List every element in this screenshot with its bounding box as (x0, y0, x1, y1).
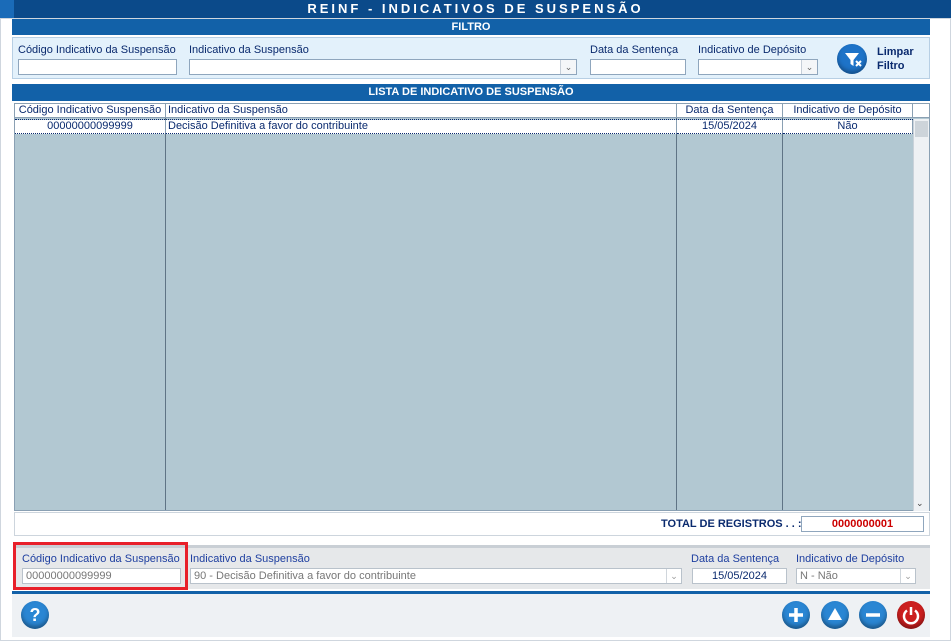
detail-deposito-label: Indicativo de Depósito (796, 553, 905, 565)
vertical-scrollbar[interactable]: ⌄ (913, 119, 929, 511)
totals-bar: TOTAL DE REGISTROS . . : 0000000001 (14, 512, 930, 536)
records-grid[interactable]: Código Indicativo Suspensão Indicativo d… (14, 103, 930, 511)
column-header-deposito[interactable]: Indicativo de Depósito (783, 104, 913, 118)
table-row[interactable]: 00000000099999 Decisão Definitiva a favo… (15, 119, 913, 134)
minus-icon[interactable] (859, 601, 887, 629)
column-divider (165, 118, 166, 510)
filter-deposito-label: Indicativo de Depósito (698, 44, 807, 56)
filter-codigo-input[interactable] (18, 59, 177, 75)
column-divider (782, 118, 783, 510)
title-accent (0, 0, 14, 18)
detail-indicativo-select[interactable]: 90 - Decisão Definitiva a favor do contr… (190, 568, 682, 584)
funnel-clear-icon[interactable] (837, 44, 867, 74)
question-icon[interactable]: ? (21, 601, 49, 629)
chevron-down-icon[interactable]: ⌄ (560, 60, 576, 74)
svg-text:?: ? (30, 605, 41, 625)
highlight-box (13, 542, 188, 590)
detail-data-field[interactable]: 15/05/2024 (692, 568, 787, 584)
column-divider (676, 118, 677, 510)
clear-filter-label-1[interactable]: Limpar (877, 46, 914, 58)
filter-deposito-select[interactable]: ⌄ (698, 59, 818, 75)
filter-panel: Código Indicativo da Suspensão Indicativ… (12, 37, 930, 79)
chevron-down-icon: ⌄ (900, 569, 915, 583)
column-header-data[interactable]: Data da Sentença (677, 104, 783, 118)
detail-data-label: Data da Sentença (691, 553, 780, 565)
cell-deposito: Não (783, 120, 913, 134)
power-icon[interactable] (897, 601, 925, 629)
total-value: 0000000001 (801, 516, 924, 532)
total-label: TOTAL DE REGISTROS . . : (661, 518, 802, 530)
chevron-down-icon: ⌄ (666, 569, 681, 583)
list-section-title: LISTA DE INDICATIVO DE SUSPENSÃO (12, 84, 930, 101)
window-title: REINF - INDICATIVOS DE SUSPENSÃO (0, 0, 951, 18)
up-arrow-icon[interactable] (821, 601, 849, 629)
header-filler (913, 104, 929, 118)
chevron-down-icon[interactable]: ⌄ (801, 60, 817, 74)
scroll-thumb[interactable] (915, 121, 928, 137)
detail-indicativo-label: Indicativo da Suspensão (190, 553, 310, 565)
chevron-down-icon[interactable]: ⌄ (916, 498, 924, 509)
cell-indicativo: Decisão Definitiva a favor do contribuin… (166, 120, 677, 134)
filter-section-title: FILTRO (12, 19, 930, 35)
filter-data-label: Data da Sentença (590, 44, 679, 56)
filter-indicativo-label: Indicativo da Suspensão (189, 44, 309, 56)
filter-data-input[interactable] (590, 59, 686, 75)
detail-indicativo-value: 90 - Decisão Definitiva a favor do contr… (194, 570, 416, 582)
detail-deposito-select[interactable]: N - Não ⌄ (796, 568, 916, 584)
clear-filter-label-2[interactable]: Filtro (877, 60, 905, 72)
cell-codigo: 00000000099999 (15, 120, 166, 134)
cell-data: 15/05/2024 (677, 120, 783, 134)
filter-indicativo-select[interactable]: ⌄ (189, 59, 577, 75)
filter-codigo-label: Código Indicativo da Suspensão (18, 44, 176, 56)
column-header-codigo[interactable]: Código Indicativo Suspensão (15, 104, 166, 118)
detail-deposito-value: N - Não (800, 570, 838, 582)
plus-icon[interactable] (782, 601, 810, 629)
column-header-indicativo[interactable]: Indicativo da Suspensão (166, 104, 677, 118)
